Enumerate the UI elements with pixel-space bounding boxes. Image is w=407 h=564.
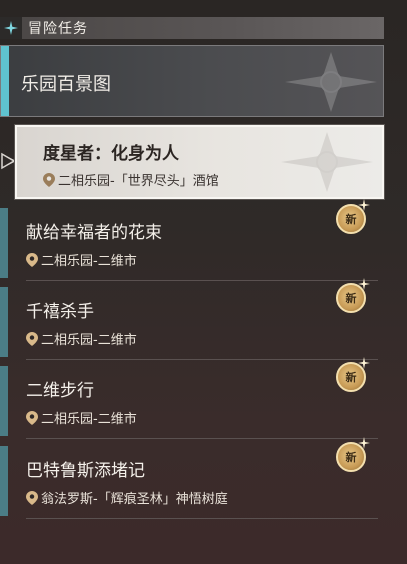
quest-location-text: 翁法罗斯-「辉痕圣林」神悟树庭 <box>41 492 228 507</box>
featured-label: 乐园百景图 <box>21 74 111 95</box>
sparkle-icon <box>0 17 22 39</box>
divider <box>26 518 378 519</box>
section-header: 冒险任务 <box>0 17 384 39</box>
location-pin-icon <box>26 252 38 267</box>
new-badge-label: 新 <box>345 371 357 384</box>
new-badge: 新 <box>336 357 370 392</box>
accent-bar <box>0 366 8 436</box>
accent-bar <box>0 446 8 516</box>
quest-location: 二相乐园-「世界尽头」酒馆 <box>43 170 219 189</box>
quest-title: 巴特鲁斯添堵记 <box>26 461 145 481</box>
sparkle-icon <box>358 357 370 369</box>
accent-bar <box>0 287 8 357</box>
featured-category-button[interactable]: 乐园百景图 <box>0 45 384 117</box>
quest-location-text: 二相乐园-「世界尽头」酒馆 <box>58 174 219 189</box>
sparkle-icon <box>358 437 370 449</box>
quest-location: 二相乐园-二维市 <box>26 250 137 269</box>
quest-location-text: 二相乐园-二维市 <box>41 412 137 427</box>
section-title: 冒险任务 <box>28 21 88 37</box>
quest-location: 二相乐园-二维市 <box>26 408 137 427</box>
location-pin-icon <box>26 331 38 346</box>
new-badge: 新 <box>336 437 370 472</box>
divider <box>26 438 378 439</box>
accent-bar <box>1 46 9 116</box>
quest-location-text: 二相乐园-二维市 <box>41 254 137 269</box>
new-badge: 新 <box>336 199 370 234</box>
new-badge: 新 <box>336 278 370 313</box>
divider <box>26 359 378 360</box>
sparkle-icon <box>358 199 370 211</box>
quest-item[interactable]: 二维步行 二相乐园-二维市 新 <box>0 357 384 439</box>
accent-bar <box>0 208 8 278</box>
emblem-icon <box>285 52 377 112</box>
quest-title: 二维步行 <box>26 381 94 401</box>
quest-title: 千禧杀手 <box>26 302 94 322</box>
quest-location-text: 二相乐园-二维市 <box>41 333 137 348</box>
quest-location: 二相乐园-二维市 <box>26 329 137 348</box>
quest-item[interactable]: 千禧杀手 二相乐园-二维市 新 <box>0 278 384 360</box>
location-pin-icon <box>26 490 38 505</box>
emblem-icon <box>281 132 373 192</box>
new-badge-label: 新 <box>345 292 357 305</box>
location-pin-icon <box>43 172 55 187</box>
quest-item[interactable]: 献给幸福者的花束 二相乐园-二维市 新 <box>0 199 384 281</box>
quest-location: 翁法罗斯-「辉痕圣林」神悟树庭 <box>26 488 228 507</box>
quest-card-selected[interactable]: 度星者：化身为人 二相乐园-「世界尽头」酒馆 <box>15 125 384 199</box>
sparkle-icon <box>358 278 370 290</box>
new-badge-label: 新 <box>345 451 357 464</box>
quest-title: 献给幸福者的花束 <box>26 223 162 243</box>
divider <box>26 280 378 281</box>
location-pin-icon <box>26 410 38 425</box>
quest-item[interactable]: 巴特鲁斯添堵记 翁法罗斯-「辉痕圣林」神悟树庭 新 <box>0 437 384 519</box>
new-badge-label: 新 <box>345 213 357 226</box>
quest-title: 度星者：化身为人 <box>43 144 179 164</box>
